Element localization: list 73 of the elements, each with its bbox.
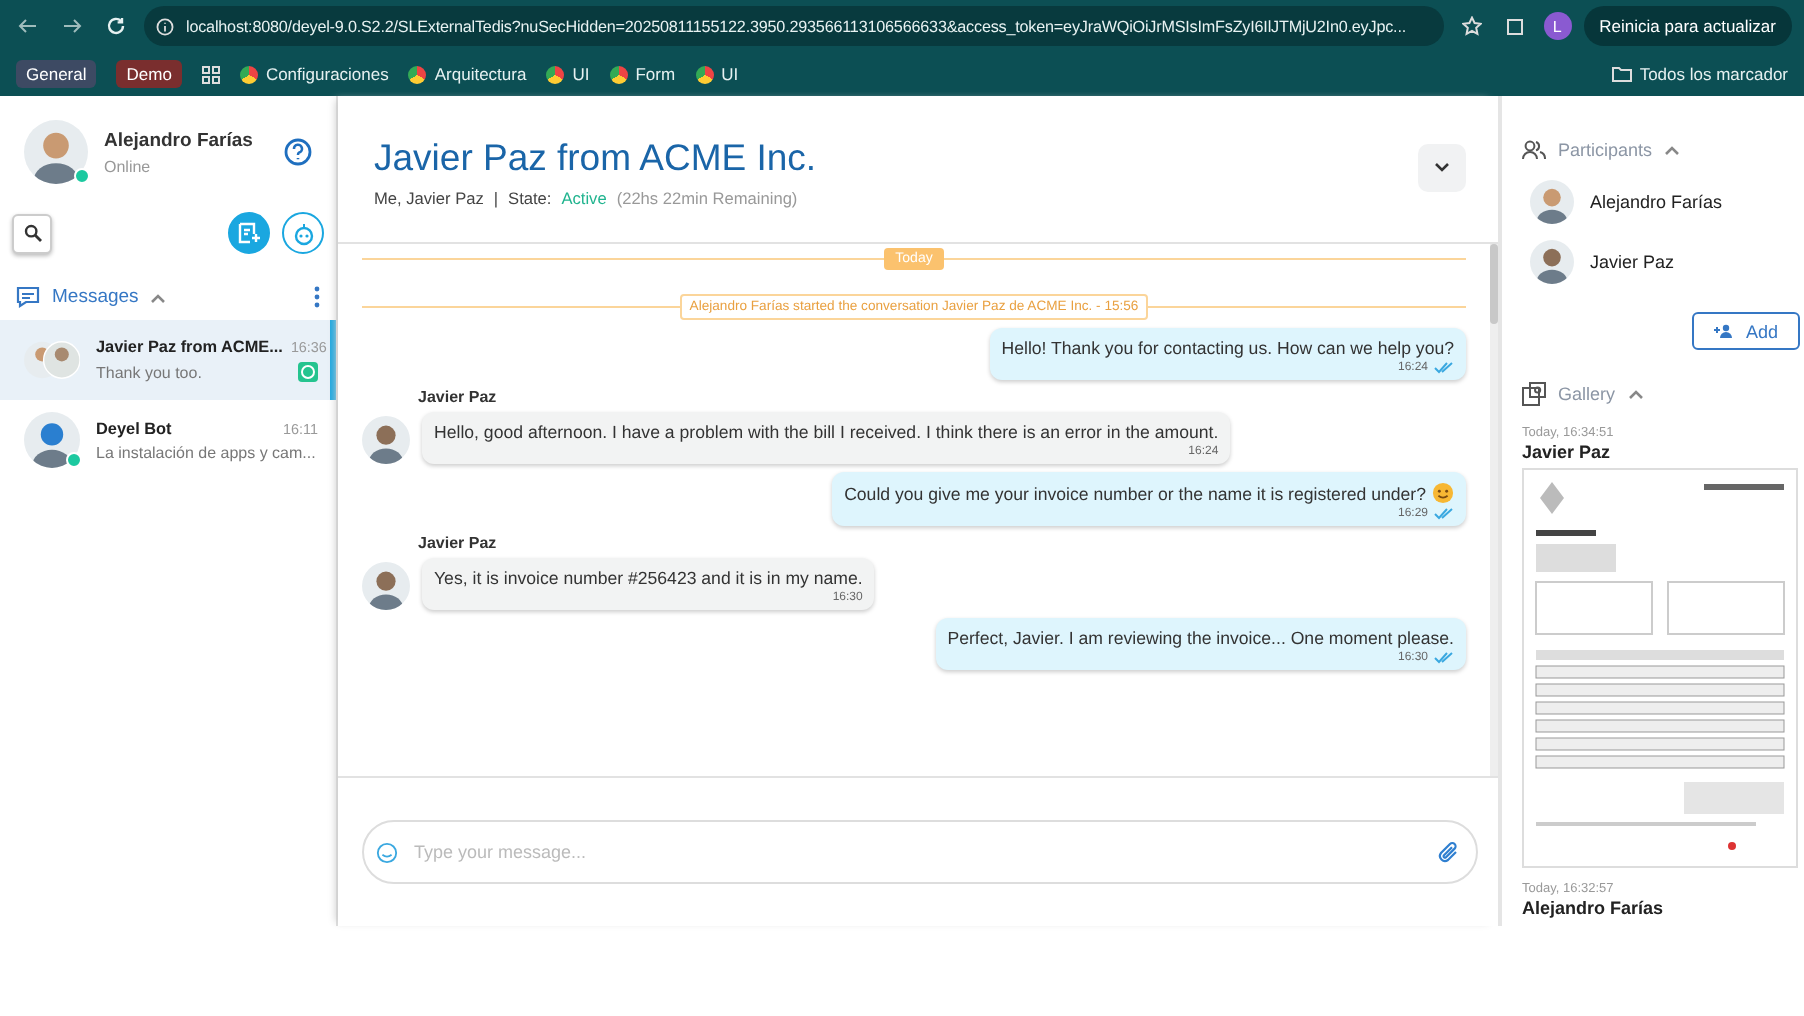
user-name: Alejandro Farías: [104, 129, 255, 151]
add-button[interactable]: Add: [1692, 312, 1800, 350]
user-status: Online: [104, 157, 153, 175]
gallery-icon: [1522, 382, 1546, 406]
new-note-icon: [238, 222, 260, 244]
robot-icon: [291, 221, 315, 245]
message-input[interactable]: Type your message...: [410, 840, 1424, 864]
chat-icon: [16, 286, 40, 308]
address-bar[interactable]: localhost:8080/deyel-9.0.S2.2/SLExternalTedis?nuSecHidden=20250811155122.3950.293566113106566633&access_token=eyJraWQiOiJrMSIsImFsZyI6IlJTMjU2In0.eyJpc...: [144, 6, 1444, 46]
participant-avatar: [1530, 180, 1574, 224]
message-text: Hello, good afternoon. I have a problem with the bill I received. I think there is an error in the amount.: [434, 422, 1219, 442]
add-person-icon: [1713, 324, 1736, 338]
more-icon[interactable]: [314, 286, 320, 308]
chevron-up-icon[interactable]: [1627, 388, 1644, 400]
gallery-heading: Gallery: [1558, 384, 1616, 404]
collapse-button[interactable]: [1418, 144, 1466, 192]
remaining-time: (22hs 22min Remaining): [616, 188, 798, 208]
separator-text: |: [493, 188, 499, 208]
message-text: Perfect, Javier. I am reviewing the invoice... One moment please.: [947, 628, 1454, 648]
bookmark-link[interactable]: UI: [546, 64, 590, 84]
double-check-icon: [1434, 652, 1454, 664]
bookmark-link[interactable]: Form: [609, 64, 676, 84]
conversation-preview: Thank you too.: [96, 363, 202, 381]
gallery-author: Javier Paz: [1522, 442, 1613, 462]
bookmark-tag[interactable]: Demo: [116, 60, 182, 88]
state-value: Active: [561, 188, 607, 208]
url-text: localhost:8080/deyel-9.0.S2.2/SLExternalTedis?nuSecHidden=20250811155122.3950.293566113106566633&access_token=eyJraWQiOiJrMSIsImFsZyI6IlJTMjU2In0.eyJpc...: [186, 17, 1406, 35]
chevron-down-icon: [1434, 162, 1450, 174]
message-text: Could you give me your invoice number or the name it is registered under?: [844, 483, 1426, 503]
profile-avatar[interactable]: L: [1543, 12, 1572, 40]
folder-icon: [1611, 66, 1632, 82]
chevron-up-icon[interactable]: [150, 291, 167, 303]
bookmark-link[interactable]: Configuraciones: [239, 64, 389, 84]
help-icon[interactable]: [284, 138, 312, 166]
user-avatar: [24, 120, 88, 184]
search-icon: [23, 224, 41, 242]
conversation-name: Javier Paz from ACME...: [96, 338, 283, 356]
apps-icon[interactable]: [201, 65, 220, 83]
gallery-author: Alejandro Farías: [1522, 898, 1666, 918]
bookmark-link[interactable]: UI: [695, 64, 739, 84]
all-bookmarks-folder[interactable]: Todos los marcador: [1611, 64, 1788, 84]
conversation-name: Deyel Bot: [96, 419, 172, 437]
sender-avatar: [362, 562, 410, 610]
smiley-icon[interactable]: [376, 841, 398, 863]
bot-avatar: [24, 412, 80, 468]
bot-button[interactable]: [282, 212, 324, 254]
double-check-icon: [1434, 508, 1454, 520]
participant-name: Alejandro Farías: [1590, 192, 1723, 212]
message-field[interactable]: Type your message...: [362, 820, 1478, 884]
paperclip-icon[interactable]: [1436, 840, 1460, 864]
message-text: Yes, it is invoice number #256423 and it is in my name.: [434, 568, 863, 588]
info-icon[interactable]: [156, 17, 174, 35]
chat-title: Javier Paz from ACME Inc.: [374, 136, 817, 180]
smiley-icon: [1432, 482, 1454, 504]
new-chat-button[interactable]: [228, 212, 270, 254]
messages-heading: Messages: [52, 286, 139, 308]
bookmark-tag[interactable]: General: [16, 60, 97, 88]
bookmark-link[interactable]: Arquitectura: [408, 64, 527, 84]
participant-avatar: [1530, 240, 1574, 284]
chevron-up-icon[interactable]: [1664, 144, 1681, 156]
sender-avatar: [362, 416, 410, 464]
message-text: Hello! Thank you for contacting us. How can we help you?: [1001, 338, 1454, 358]
sender-name: Javier Paz: [418, 534, 499, 552]
state-label: State:: [508, 188, 552, 208]
sender-name: Javier Paz: [418, 388, 499, 406]
people-icon: [1522, 140, 1546, 160]
participants-heading: Participants: [1558, 140, 1653, 160]
update-button[interactable]: Reinicia para actualizar: [1583, 6, 1792, 46]
double-check-icon: [1434, 362, 1454, 374]
conversation-preview: La instalación de apps y cam...: [96, 443, 316, 461]
participant-name: Javier Paz: [1590, 252, 1675, 272]
search-button[interactable]: [12, 213, 52, 253]
members-text: Me, Javier Paz: [374, 188, 484, 208]
